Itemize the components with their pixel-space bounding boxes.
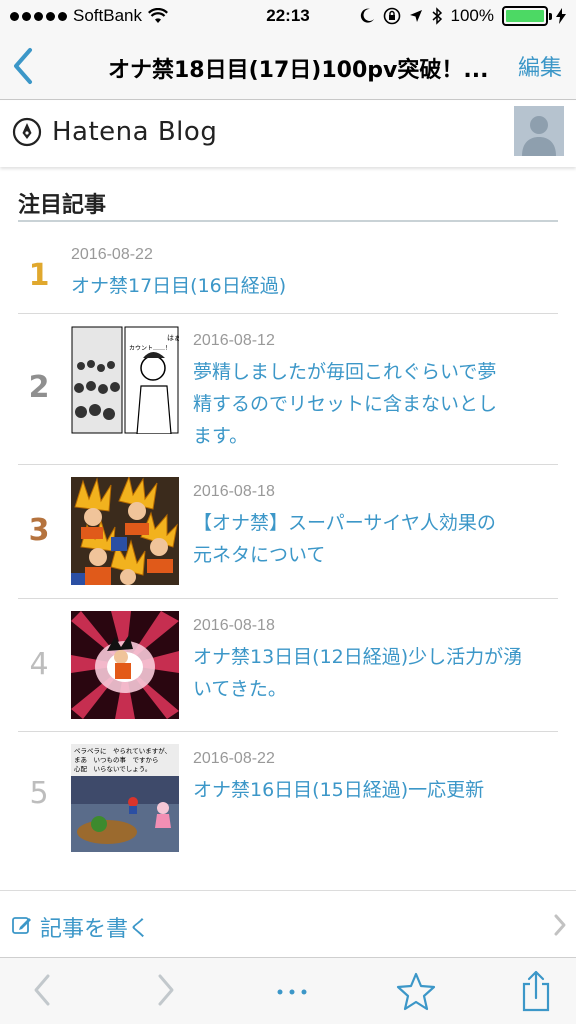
kamehameha-thumbnail-image	[71, 611, 179, 719]
share-icon[interactable]	[516, 970, 556, 1014]
rank-number: 3	[28, 513, 50, 548]
entry-date: 2016-08-18	[193, 617, 275, 634]
entry-date: 2016-08-22	[193, 750, 275, 767]
edit-pencil-icon	[12, 917, 31, 934]
bluetooth-icon	[432, 7, 442, 25]
list-item[interactable]: 1 2016-08-22 オナ禁17日目(16日経過)	[18, 222, 558, 314]
chevron-right-icon	[554, 914, 566, 936]
entry-title-line: 【オナ禁】スーパーサイヤ人効果の	[193, 512, 496, 534]
section-title: 注目記事	[18, 193, 107, 218]
location-icon	[409, 10, 422, 22]
entry-thumbnail[interactable]: はぁ…… カウント……！	[71, 326, 179, 434]
back-button[interactable]	[10, 46, 38, 86]
game-screenshot-thumbnail-image: ペラペラに やられていますが、 まあ いつもの事 ですから 心配 いらないでしょ…	[71, 744, 179, 852]
super-saiyan-thumbnail-image	[71, 477, 179, 585]
list-item[interactable]: 2 はぁ…… カウント……！ 2016-08-12 夢精し	[18, 314, 558, 465]
entry-title[interactable]: 【オナ禁】スーパーサイヤ人効果の 元ネタについて	[193, 507, 553, 571]
status-bar: SoftBank 22:13 100%	[0, 0, 576, 32]
write-entry-bar[interactable]: 記事を書く	[0, 890, 576, 956]
entry-thumbnail[interactable]	[71, 477, 179, 585]
entry-title-line: オナ禁13日目(12日経過)少し活力が湧	[193, 646, 523, 668]
entry-title-line: ます。	[193, 425, 249, 447]
chevron-left-icon[interactable]	[28, 970, 56, 1010]
list-item[interactable]: 4 2016-08-18 オナ禁13日目(12日経過)少し活力が湧 いてきた。	[18, 599, 558, 732]
entry-title-line: 元ネタについて	[193, 544, 326, 566]
manga-bubble-text-1: はぁ……	[167, 334, 179, 342]
avatar[interactable]	[514, 106, 564, 156]
battery-icon	[502, 6, 552, 26]
status-right: 100%	[359, 6, 566, 26]
entry-title[interactable]: オナ禁17日目(16日経過)	[71, 270, 551, 302]
moon-icon	[360, 8, 374, 23]
entry-title[interactable]: オナ禁16日目(15日経過)一応更新	[193, 774, 553, 806]
entry-title-line: 夢精しましたが毎回これぐらいで夢	[193, 361, 497, 383]
nav-bar: オナ禁18日目(17日)100pv突破！... 編集	[0, 32, 576, 100]
entry-title-line: オナ禁17日目(16日経過)	[71, 275, 287, 297]
entry-thumbnail[interactable]: ペラペラに やられていますが、 まあ いつもの事 ですから 心配 いらないでしょ…	[71, 744, 179, 852]
brand-logo[interactable]: Hatena Blog	[12, 117, 217, 147]
brand-name: Hatena Blog	[52, 117, 218, 147]
entry-date: 2016-08-18	[193, 483, 275, 500]
rank-number: 1	[28, 258, 50, 293]
rotation-lock-icon	[383, 7, 400, 25]
entry-title-line: いてきた。	[193, 678, 287, 700]
entry-title-line: オナ禁16日目(15日経過)一応更新	[193, 779, 485, 801]
user-silhouette-icon	[514, 106, 564, 156]
chevron-left-icon	[14, 48, 32, 84]
list-item[interactable]: 3 2016-08-18 【オナ禁】スーパーサイヤ人効果の 元ネタについて	[18, 465, 558, 599]
manga-thumbnail-image: はぁ…… カウント……！	[71, 326, 179, 434]
charging-bolt-icon	[556, 8, 566, 24]
game-dialog-text-3: 心配 いらないでしょう。	[74, 765, 151, 773]
rank-number: 4	[29, 647, 49, 682]
entry-date: 2016-08-22	[71, 246, 153, 263]
blog-header: Hatena Blog	[0, 101, 576, 167]
bottom-toolbar	[0, 957, 576, 1024]
star-icon[interactable]	[394, 970, 438, 1014]
entry-date: 2016-08-12	[193, 332, 275, 349]
hatena-pen-icon	[12, 117, 42, 147]
entry-title-line: 精するのでリセットに含まないとし	[193, 393, 498, 415]
featured-entries-list: 1 2016-08-22 オナ禁17日目(16日経過) 2 はぁ カウント……！…	[18, 222, 558, 862]
page-title: オナ禁18日目(17日)100pv突破！...	[108, 58, 489, 83]
manga-bubble-text-2: カウント……！	[129, 344, 171, 352]
battery-percent: 100%	[450, 6, 494, 25]
rank-number: 2	[28, 370, 50, 405]
edit-button[interactable]: 編集	[518, 50, 562, 82]
game-dialog-text-2: まあ いつもの事 ですから	[74, 755, 159, 764]
entry-title[interactable]: 夢精しましたが毎回これぐらいで夢 精するのでリセットに含まないとし ます。	[193, 356, 553, 452]
entry-thumbnail[interactable]	[71, 611, 179, 719]
rank-number: 5	[29, 776, 49, 811]
game-dialog-text-1: ペラペラに やられていますが、	[74, 746, 171, 755]
entry-title[interactable]: オナ禁13日目(12日経過)少し活力が湧 いてきた。	[193, 641, 553, 705]
list-item[interactable]: 5 ペラペラに やられていますが、 まあ いつもの事 ですから 心配 いらないで…	[18, 732, 558, 862]
chevron-right-icon[interactable]	[152, 970, 180, 1010]
write-entry-label[interactable]: 記事を書く	[40, 911, 150, 943]
more-dots-icon[interactable]	[272, 970, 312, 1010]
